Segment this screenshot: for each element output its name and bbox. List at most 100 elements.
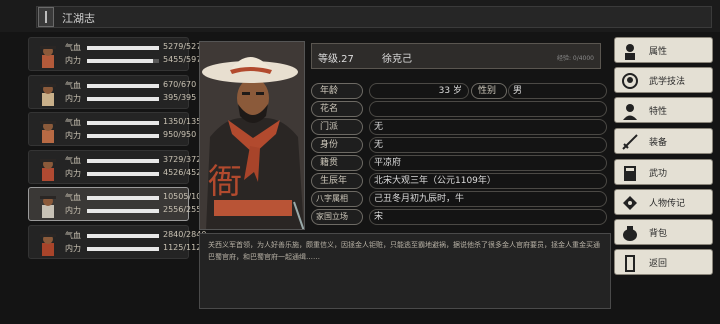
- hometown-value: 平凉府: [369, 155, 607, 171]
- hp-label: 气血: [65, 81, 81, 90]
- hp-label: 气血: [65, 231, 81, 240]
- hp-bar: [87, 234, 159, 238]
- menu-button[interactable]: 武学技法: [614, 67, 713, 93]
- mp-label: 内力: [65, 131, 81, 140]
- menu-button[interactable]: 属性: [614, 37, 713, 63]
- mp-label: 内力: [65, 56, 81, 65]
- top-bar: 江湖志: [0, 0, 720, 32]
- hp-bar: [87, 196, 159, 200]
- member-avatar-icon: [40, 46, 56, 68]
- hometown-row: 籍贯 平凉府: [311, 155, 607, 172]
- bag-icon: [623, 226, 637, 241]
- birth-value: 北宋大观三年（公元1109年）: [369, 173, 607, 189]
- hp-bar-fill: [87, 234, 159, 238]
- alias-row: 花名: [311, 101, 607, 118]
- member-avatar-icon: [40, 196, 56, 218]
- stance-key: 家国立场: [311, 209, 363, 225]
- martial-book-icon: [624, 166, 636, 181]
- identity-row: 身份 无: [311, 137, 607, 154]
- member-avatar-icon: [40, 159, 56, 181]
- menu-button[interactable]: 背包: [614, 219, 713, 245]
- menu-label: 属性: [649, 47, 668, 57]
- party-member-card[interactable]: 气血 2840/2840 内力 1125/1125: [28, 225, 206, 259]
- identity-value: 无: [369, 137, 607, 153]
- exp-text: 经验: 0/4000: [556, 55, 594, 62]
- bazi-key: 八字属相: [311, 191, 363, 207]
- hp-value: 670/670: [163, 80, 197, 89]
- hometown-key: 籍贯: [311, 155, 363, 171]
- door-icon: [625, 255, 635, 272]
- gear-person-icon: [622, 73, 638, 89]
- stance-row: 家国立场 宋: [311, 209, 607, 226]
- party-member-card[interactable]: 气血 670/670 内力 395/395: [28, 75, 196, 109]
- party-member-card[interactable]: 气血 1350/1350 内力 950/950: [28, 112, 206, 146]
- mp-bar-fill: [87, 59, 153, 63]
- mp-bar-fill: [87, 134, 159, 138]
- age-value: 33 岁: [369, 83, 469, 99]
- mp-value: 950/950: [163, 130, 197, 139]
- menu-button[interactable]: 返回: [614, 249, 713, 275]
- hp-bar: [87, 46, 159, 50]
- mp-bar: [87, 247, 159, 251]
- bazi-row: 八字属相 己丑冬月初九辰时，牛: [311, 191, 607, 208]
- bazi-value: 己丑冬月初九辰时，牛: [369, 191, 607, 207]
- alias-key: 花名: [311, 101, 363, 117]
- alias-value: [369, 101, 607, 117]
- sex-key: 性别: [471, 83, 507, 99]
- description-text: 关西义军首领，为人好善乐施，颇重信义，因拯金人钜赃，只能逃至霸地避祸，据说他杀了…: [208, 241, 600, 261]
- mp-label: 内力: [65, 169, 81, 178]
- party-member-card[interactable]: 气血 5279/5279 内力 5455/5975: [28, 37, 206, 71]
- party-member-card[interactable]: 气血 3729/3729 内力 4526/4526: [28, 150, 206, 184]
- menu-label: 武学技法: [649, 77, 686, 87]
- sex-value: 男: [508, 83, 607, 99]
- menu-button[interactable]: 装备: [614, 128, 713, 154]
- menu-label: 装备: [649, 138, 668, 148]
- menu-label: 武功: [649, 169, 668, 179]
- age-sex-row: 年龄 33 岁 性别 男: [311, 83, 607, 100]
- page-title: 江湖志: [62, 12, 95, 25]
- member-avatar-icon: [40, 84, 56, 106]
- menu-label: 背包: [649, 229, 668, 239]
- age-key: 年龄: [311, 83, 363, 99]
- party-member-card[interactable]: 气血 10505/10505 内力 2556/2556: [28, 187, 217, 221]
- sect-key: 门派: [311, 119, 363, 135]
- hp-bar-fill: [87, 121, 159, 125]
- hp-bar-fill: [87, 46, 159, 50]
- character-description: 关西义军首领，为人好善乐施，颇重信义，因拯金人钜赃，只能逃至霸地避祸，据说他杀了…: [199, 233, 611, 309]
- person-icon: [625, 44, 635, 60]
- mp-bar: [87, 172, 159, 176]
- character-portrait: 衙: [199, 41, 305, 230]
- bust-icon: [623, 104, 637, 120]
- menu-label: 返回: [649, 259, 668, 269]
- member-avatar-icon: [40, 121, 56, 143]
- hp-label: 气血: [65, 43, 81, 52]
- identity-key: 身份: [311, 137, 363, 153]
- menu-button[interactable]: 武功: [614, 159, 713, 185]
- stance-value: 宋: [369, 209, 607, 225]
- hp-label: 气血: [65, 193, 81, 202]
- hp-bar-fill: [87, 196, 159, 200]
- mp-bar-fill: [87, 97, 159, 101]
- hp-bar-fill: [87, 84, 159, 88]
- sword-icon: [622, 134, 638, 150]
- title-box: [36, 6, 712, 28]
- mp-label: 内力: [65, 94, 81, 103]
- menu-button[interactable]: 特性: [614, 97, 713, 123]
- hp-bar: [87, 159, 159, 163]
- biography-icon: [623, 196, 637, 210]
- hp-label: 气血: [65, 118, 81, 127]
- level-text: 等级.27: [318, 54, 354, 65]
- sect-value: 无: [369, 119, 607, 135]
- hp-bar-fill: [87, 159, 159, 163]
- birth-key: 生辰年: [311, 173, 363, 189]
- book-icon: [38, 7, 54, 27]
- member-avatar-icon: [40, 234, 56, 256]
- sect-row: 门派 无: [311, 119, 607, 136]
- mp-value: 395/395: [163, 93, 197, 102]
- mp-bar: [87, 209, 159, 213]
- menu-label: 人物传记: [649, 199, 686, 209]
- mp-bar-fill: [87, 247, 159, 251]
- hp-bar: [87, 84, 159, 88]
- menu-label: 特性: [649, 107, 668, 117]
- menu-button[interactable]: 人物传记: [614, 189, 713, 215]
